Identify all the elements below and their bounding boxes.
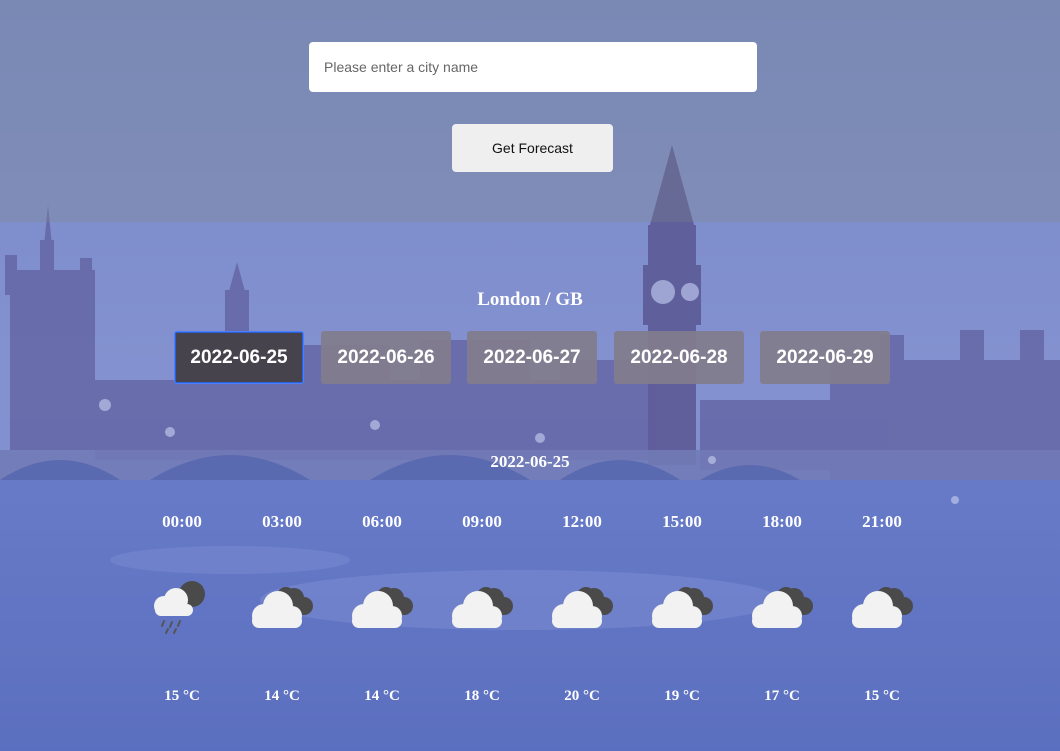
search-band	[0, 0, 1060, 222]
hour-temperature: 19 °C	[664, 688, 700, 704]
cloud-icon	[852, 587, 913, 628]
date-tab-2[interactable]: 2022-06-27	[467, 331, 597, 384]
cloud-icon	[652, 587, 713, 628]
date-tab-1[interactable]: 2022-06-26	[321, 331, 451, 384]
hour-item: 06:00 14 °C	[332, 510, 432, 705]
date-tab-0[interactable]: 2022-06-25	[174, 331, 304, 384]
hour-item: 03:00 14 °C	[232, 510, 332, 705]
hour-item: 09:00 18 °C	[432, 510, 532, 705]
get-forecast-button[interactable]: Get Forecast	[452, 124, 613, 172]
cloud-icon	[452, 587, 513, 628]
hour-item: 00:00 15 °C	[132, 510, 232, 705]
hour-time: 06:00	[362, 512, 402, 531]
date-tab-3[interactable]: 2022-06-28	[614, 331, 744, 384]
cloud-icon	[352, 587, 413, 628]
city-search-input[interactable]	[309, 42, 757, 92]
cloud-rain-icon	[154, 581, 205, 634]
hour-time: 12:00	[562, 512, 602, 531]
hour-temperature: 17 °C	[764, 688, 800, 704]
selected-date-heading: 2022-06-25	[490, 452, 570, 471]
hour-time: 09:00	[462, 512, 502, 531]
date-tab-4[interactable]: 2022-06-29	[760, 331, 890, 384]
cloud-icon	[752, 587, 813, 628]
hour-temperature: 15 °C	[864, 688, 900, 704]
hour-time: 15:00	[662, 512, 702, 531]
hour-temperature: 14 °C	[364, 688, 400, 704]
hour-time: 03:00	[262, 512, 302, 531]
location-title: London / GB	[477, 289, 583, 310]
hour-temperature: 15 °C	[164, 688, 200, 704]
hour-item: 15:00 19 °C	[632, 510, 732, 705]
hour-temperature: 18 °C	[464, 688, 500, 704]
cloud-icon	[552, 587, 613, 628]
hour-item: 21:00 15 °C	[832, 510, 932, 705]
hour-item: 18:00 17 °C	[732, 510, 832, 705]
hour-item: 12:00 20 °C	[532, 510, 632, 705]
hour-time: 18:00	[762, 512, 802, 531]
hour-temperature: 20 °C	[564, 688, 600, 704]
hour-temperature: 14 °C	[264, 688, 300, 704]
hour-time: 21:00	[862, 512, 902, 531]
cloud-icon	[252, 587, 313, 628]
hour-time: 00:00	[162, 512, 202, 531]
